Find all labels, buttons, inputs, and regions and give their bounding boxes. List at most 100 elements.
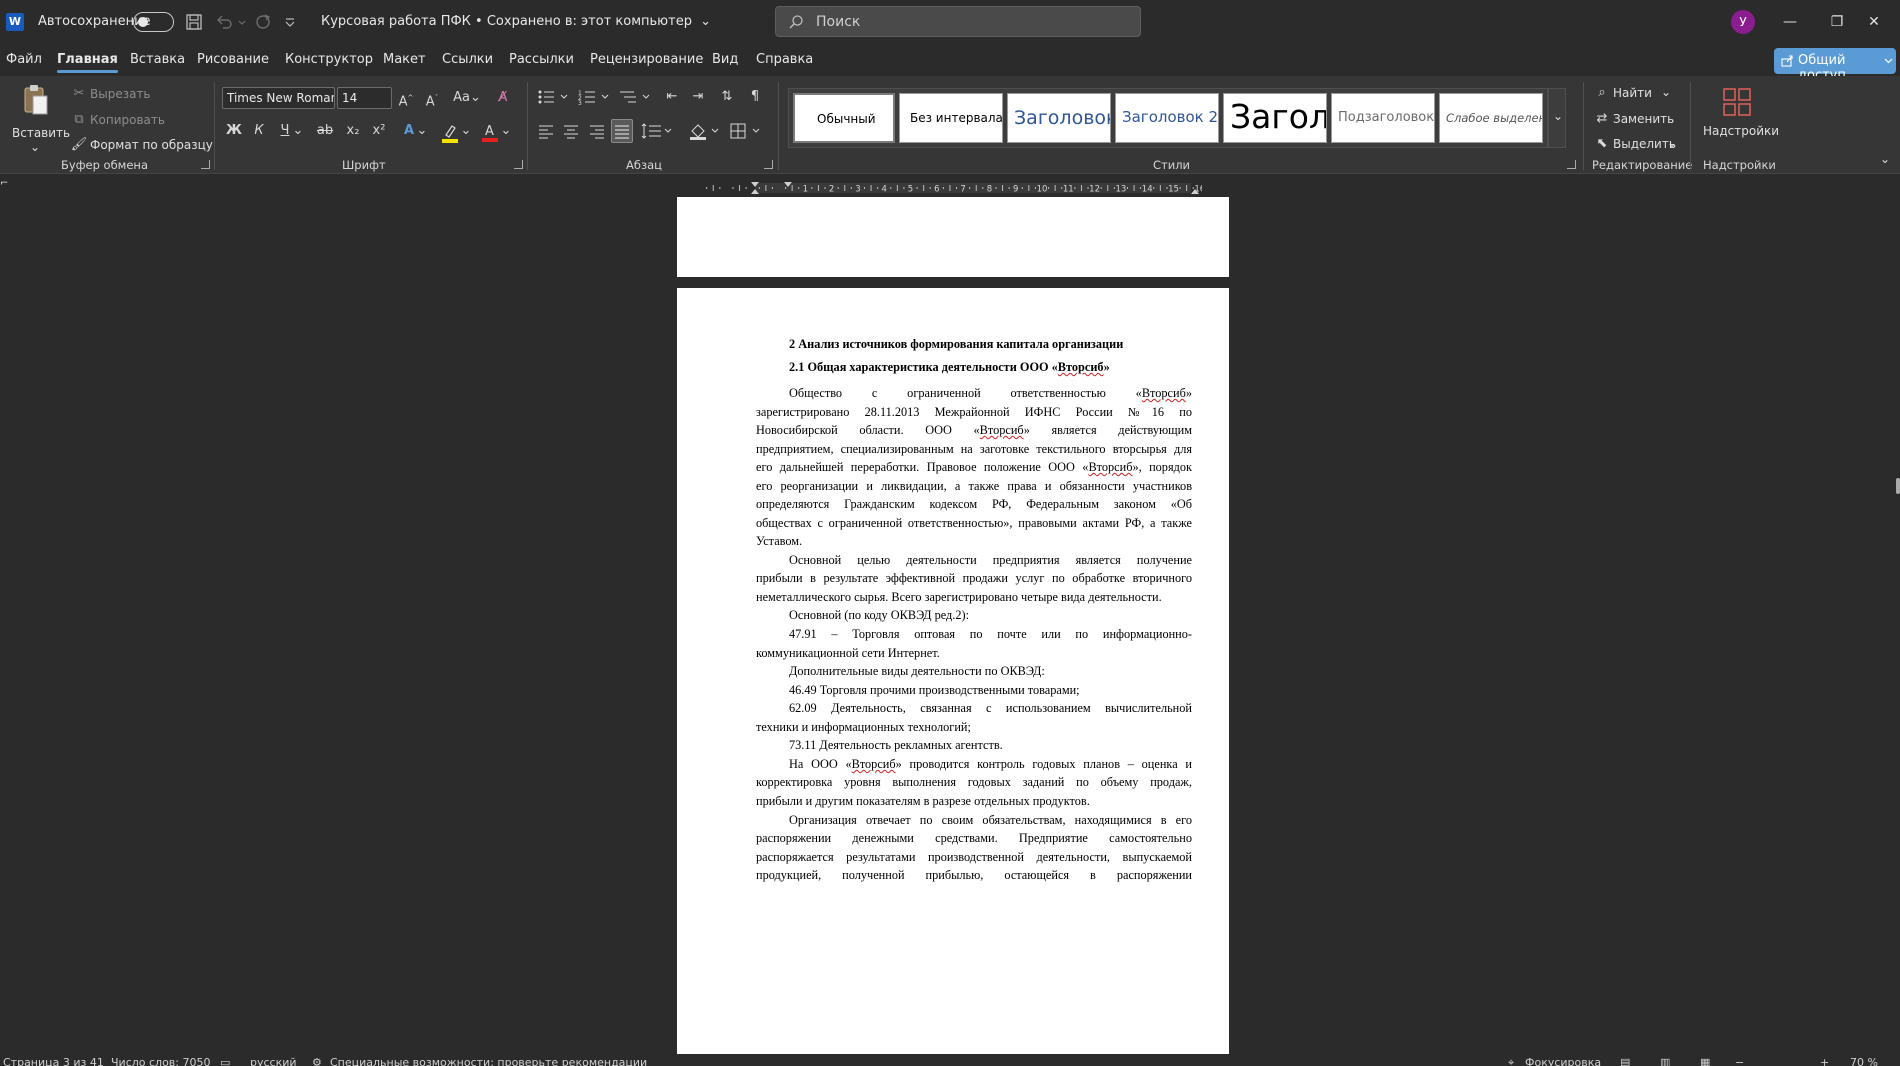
font-name-dropdown[interactable]: Times New Roman [222,87,335,109]
tab-design[interactable]: Конструктор [285,52,373,67]
language-indicator[interactable]: русский [250,1056,297,1066]
close-icon[interactable]: ✕ [1852,8,1896,36]
multilevel-list-icon[interactable] [619,88,655,106]
increase-indent-icon[interactable]: ⇥ [689,88,707,106]
subscript-icon[interactable]: x₂ [344,122,362,140]
proofing-icon[interactable]: ▭ [220,1056,230,1066]
tab-insert[interactable]: Вставка [130,52,185,67]
replace-button[interactable]: ⇄ Заменить [1593,110,1675,128]
search-input[interactable]: Поиск [775,6,1141,37]
tab-references[interactable]: Ссылки [442,52,493,67]
word-count[interactable]: Число слов: 7050 [111,1056,210,1066]
decrease-indent-icon[interactable]: ⇤ [663,88,681,106]
save-icon[interactable] [183,11,205,33]
tab-mailings[interactable]: Рассылки [509,52,574,67]
horizontal-ruler[interactable]: 12345678910111213141516 [676,182,1202,194]
bold-button[interactable]: Ж [225,122,243,140]
style-subtle-emphasis[interactable]: Слабое выделение [1439,93,1543,143]
print-layout-icon[interactable]: ▥ [1660,1056,1670,1066]
share-button[interactable]: Общий доступ [1774,48,1896,83]
sort-icon[interactable]: ⇅ [718,88,736,106]
minimize-icon[interactable]: — [1768,8,1812,36]
paste-button[interactable]: Вставить ⌄ [12,84,70,160]
style-title[interactable]: Заголовок [1223,93,1327,143]
style-subtitle[interactable]: Подзаголовок [1331,93,1435,143]
spelling-error[interactable]: Вторсиб [1088,460,1132,474]
style-no-spacing[interactable]: Без интервала [899,93,1003,143]
undo-dropdown-icon[interactable] [237,11,247,33]
vertical-scrollbar[interactable] [1896,478,1900,494]
italic-button[interactable]: К [250,122,268,140]
style-heading1[interactable]: Заголовок [1007,93,1111,143]
zoom-out-icon[interactable]: − [1735,1056,1744,1066]
shrink-font-icon[interactable]: Aˇ [423,89,441,109]
select-button[interactable]: ⬉ Выделить ⌄ [1593,135,1678,153]
superscript-icon[interactable]: x² [370,122,388,140]
tab-layout[interactable]: Макет [383,52,426,67]
font-color-icon[interactable]: A [481,122,499,142]
web-layout-icon[interactable]: ▦ [1700,1056,1710,1066]
shading-icon[interactable] [688,122,722,140]
spelling-error[interactable]: Вторсиб [1058,360,1104,374]
style-title-label: Заголовок [1230,97,1326,136]
tab-file[interactable]: Файл [6,52,42,67]
collapse-ribbon-icon[interactable]: ⌄ [1880,152,1890,166]
strikethrough-icon[interactable]: ab [316,122,334,140]
line-spacing-icon[interactable] [641,122,675,140]
page-indicator[interactable]: Страница 3 из 41 [3,1056,104,1066]
tab-review[interactable]: Рецензирование [590,52,703,67]
style-normal[interactable]: Обычный [793,93,895,143]
share-icon [1781,54,1794,67]
show-marks-icon[interactable]: ¶ [746,88,764,106]
read-mode-icon[interactable]: ▤ [1620,1056,1630,1066]
justify-icon[interactable] [611,119,633,143]
dialog-launcher-icon[interactable] [514,160,523,169]
addins-button[interactable]: Надстройки [1700,82,1779,152]
chevron-down-icon[interactable]: ⌄ [292,122,304,140]
spelling-error[interactable]: Вторсиб [1142,386,1186,400]
document-title[interactable]: Курсовая работа ПФК • Сохранено в: этот … [321,14,711,29]
format-painter-button[interactable]: 🖌 Формат по образцу [70,136,213,154]
cut-button[interactable]: ✂ Вырезать [70,85,152,103]
chevron-down-icon[interactable]: ⌄ [500,122,512,140]
document-page[interactable]: 2 Анализ источников формирования капитал… [677,288,1229,1054]
highlight-icon[interactable] [441,123,459,143]
dialog-launcher-icon[interactable] [764,160,773,169]
focus-mode[interactable]: Фокусировка [1525,1056,1601,1066]
grow-font-icon[interactable]: A^ [397,89,415,109]
clear-formatting-icon[interactable]: A̸ [494,89,512,107]
numbering-icon[interactable]: 123 [578,88,614,106]
ruler-number: 11 [1063,185,1074,195]
align-right-icon[interactable] [589,123,605,139]
undo-icon[interactable] [213,11,235,33]
style-heading2[interactable]: Заголовок 2 [1115,93,1219,143]
align-left-icon[interactable] [538,123,554,139]
tab-help[interactable]: Справка [756,52,813,67]
copy-button[interactable]: ⧉ Копировать [70,111,165,129]
tab-draw[interactable]: Рисование [197,52,269,67]
align-center-icon[interactable] [563,123,579,139]
accessibility-status[interactable]: Специальные возможности: проверьте реком… [330,1056,647,1066]
redo-icon[interactable] [252,11,274,33]
dialog-launcher-icon[interactable] [201,160,210,169]
chevron-down-icon: ⌄ [30,140,41,154]
tab-selector-icon[interactable]: ⌐ [0,178,8,189]
tab-home[interactable]: Главная [57,52,118,73]
tab-view[interactable]: Вид [712,52,738,67]
change-case-icon[interactable]: Aa⌄ [452,89,482,107]
zoom-level[interactable]: 70 % [1850,1056,1878,1066]
dialog-launcher-icon[interactable] [1567,160,1576,169]
borders-icon[interactable] [729,122,763,140]
chevron-down-icon[interactable]: ⌄ [460,122,472,140]
bullets-icon[interactable] [537,88,573,106]
find-button[interactable]: ⌕ Найти ⌄ [1593,84,1673,102]
zoom-in-icon[interactable]: + [1820,1056,1829,1066]
styles-more-button[interactable]: ⌄ [1548,88,1566,148]
customize-qat-icon[interactable] [283,11,297,33]
spelling-error[interactable]: Вторсиб [852,757,896,771]
spelling-error[interactable]: Вторсиб [980,423,1024,437]
font-size-dropdown[interactable]: 14 [337,87,392,109]
chevron-down-icon[interactable]: ⌄ [416,122,428,140]
autosave-toggle[interactable] [133,12,174,32]
avatar[interactable]: У [1731,10,1755,34]
